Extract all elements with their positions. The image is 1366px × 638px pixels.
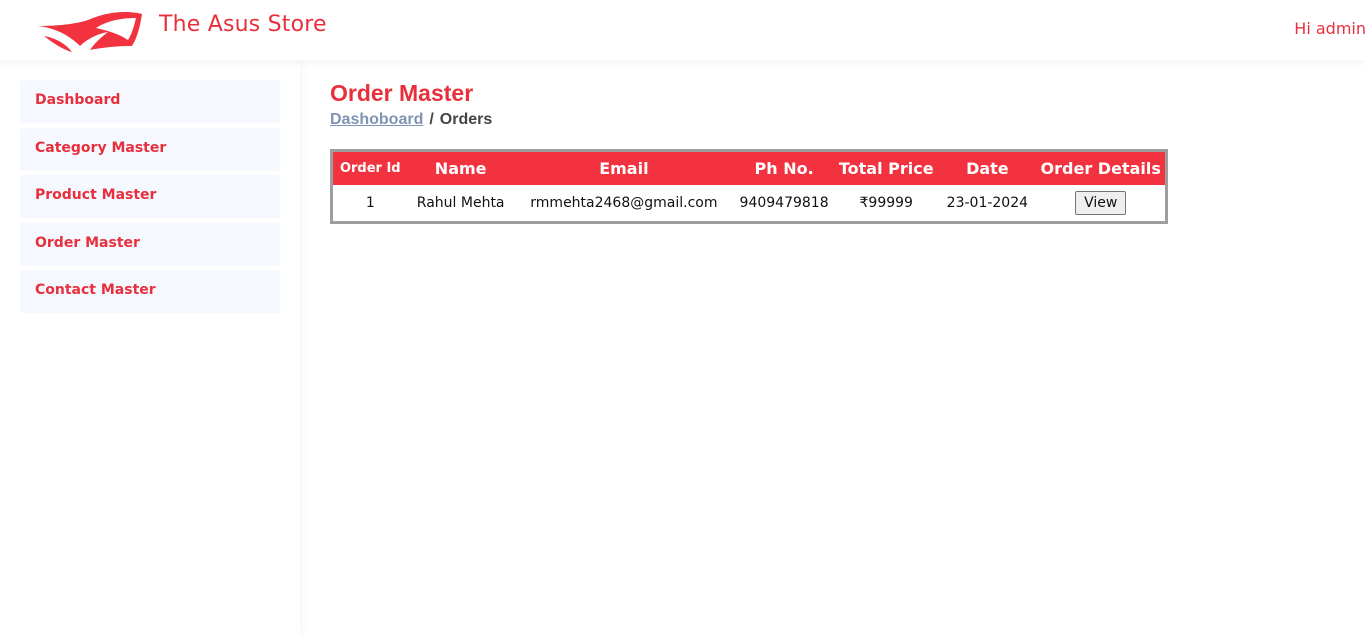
column-header-order-details: Order Details [1036,150,1167,185]
breadcrumb-current: Orders [439,111,493,128]
column-header-date: Date [938,150,1037,185]
sidebar-item-product-master[interactable]: Product Master [20,175,280,218]
breadcrumb-separator: / [429,111,434,128]
orders-table: Order Id Name Email Ph No. Total Price D… [330,149,1168,224]
cell-order-details: View [1036,185,1166,223]
sidebar-item-category-master[interactable]: Category Master [20,128,280,171]
cell-phone: 9409479818 [739,194,829,211]
cell-email: rmmehta2468@gmail.com [530,194,718,211]
store-brand-title[interactable]: The Asus Store [159,12,327,37]
sidebar-item-contact-master[interactable]: Contact Master [20,270,280,313]
sidebar-item-dashboard[interactable]: Dashboard [20,80,280,123]
page-title: Order Master [330,80,474,106]
breadcrumb-dashboard-link[interactable]: Dashoboard [330,111,423,128]
top-header: The Asus Store Hi admin [0,0,1366,60]
cell-order-id: 1 [365,194,375,211]
column-header-total-price: Total Price [834,150,939,185]
breadcrumb: Dashoboard / Orders [330,111,492,129]
sidebar-item-order-master[interactable]: Order Master [20,223,280,266]
view-order-button[interactable]: View [1075,190,1127,215]
cell-name: Rahul Mehta [416,194,505,211]
column-header-order-id: Order Id [331,150,408,185]
rog-logo-icon[interactable] [36,6,144,54]
column-header-phone: Ph No. [734,150,835,185]
table-row: 1 Rahul Mehta rmmehta2468@gmail.com 9409… [332,185,1167,223]
cell-total-price: ₹99999 [859,194,913,211]
cell-date: 23-01-2024 [946,194,1029,211]
column-header-name: Name [407,150,514,185]
table-header-row: Order Id Name Email Ph No. Total Price D… [331,150,1167,185]
column-header-email: Email [513,150,735,185]
admin-greeting[interactable]: Hi admin [1294,19,1366,38]
sidebar: Dashboard Category Master Product Master… [0,60,300,638]
